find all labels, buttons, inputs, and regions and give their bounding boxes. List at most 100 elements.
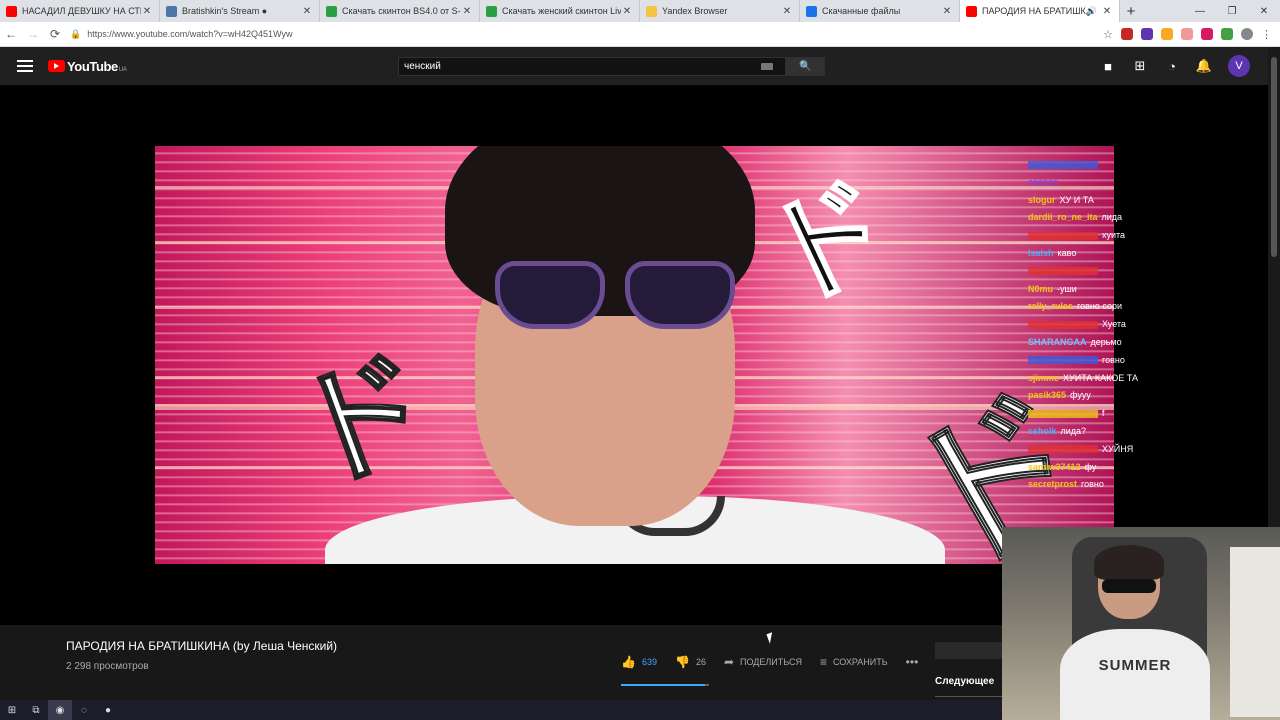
chat-username-blurred [1028,320,1098,329]
tab-close-icon[interactable]: ✕ [141,6,153,17]
share-button[interactable]: ➦ ПОДЕЛИТЬСЯ [724,655,802,669]
stream-chat-overlay: сссссс slogur ХУ И ТА dardii_ro_ne_ita лида х… [1028,156,1178,494]
tab-close-icon[interactable]: ✕ [1101,6,1113,17]
chat-text: хуита [1102,230,1126,241]
youtube-logo-text: YouTube [67,58,118,74]
browser-tab[interactable]: ПАРОДИЯ НА БРАТИШКИН🔊 ✕ [960,0,1120,22]
youtube-header: YouTube UA ченский 🔍 ■ ⊞ ◔ 🔔 V [0,47,1268,85]
dislike-button[interactable]: 👎 26 [675,655,706,669]
chat-message: Хуета [1028,316,1178,334]
forward-button[interactable]: → [22,23,44,45]
chat-message: Isaish каво [1028,245,1178,263]
browser-tab[interactable]: Скачанные файлы ✕ [800,0,960,22]
more-actions-button[interactable]: ••• [906,655,919,669]
chat-message: SHARANGAA дерьмо [1028,334,1178,352]
manga-glyph: ド [276,326,452,515]
app-taskbar-icon[interactable]: ● [96,700,120,720]
chat-username: sjimme [1028,372,1060,383]
browser-tab[interactable]: Bratishkin's Stream ● ✕ [160,0,320,22]
browser-tab-strip: НАСАДИЛ ДЕВУШКУ НА СТРУК✕Bratishkin's St… [0,0,1280,22]
search-query: ченский [404,61,441,72]
chrome-taskbar-icon[interactable]: ◉ [48,700,72,720]
search-button[interactable]: 🔍 [786,57,825,76]
minimize-icon[interactable]: — [1184,0,1216,22]
tab-close-icon[interactable]: ✕ [461,6,473,17]
header-actions: ■ ⊞ ◔ 🔔 V [1100,55,1250,77]
keyboard-icon[interactable] [761,63,773,70]
notifications-bell-icon[interactable]: 🔔 [1196,58,1212,74]
share-label: ПОДЕЛИТЬСЯ [740,657,802,667]
autoplay-panel[interactable] [935,642,1002,659]
tab-title: Скачать женский скинтон Livia [502,6,621,16]
extension-icon[interactable] [1181,28,1193,40]
chat-message: samiw37412 фу [1028,459,1178,477]
windows-start-icon[interactable]: ⊞ [0,700,24,720]
apps-grid-icon[interactable]: ⊞ [1132,58,1148,74]
up-next-label: Следующее [935,676,995,687]
restore-icon[interactable]: ❐ [1216,0,1248,22]
chat-text: ХУЙНЯ [1102,443,1134,454]
menu-dots-icon[interactable]: ⋮ [1261,28,1272,41]
streamer: SUMMER [1060,545,1210,720]
close-window-icon[interactable]: ✕ [1248,0,1280,22]
video-frame[interactable]: ド ド ド [155,146,1114,564]
browser-tab[interactable]: Скачать женский скинтон Livia ✕ [480,0,640,22]
chat-text: Хуета [1102,319,1126,330]
youtube-logo[interactable]: YouTube UA [48,58,127,74]
save-button[interactable]: ≡ СОХРАНИТЬ [820,655,888,669]
extension-icon[interactable] [1201,28,1213,40]
share-arrow-icon: ➦ [723,655,735,669]
browser-tab[interactable]: Скачать скинтон BS4.0 от S-Clu ✕ [320,0,480,22]
tab-close-icon[interactable]: ✕ [301,6,313,17]
tab-close-icon[interactable]: ✕ [621,6,633,17]
profile-icon[interactable] [1241,28,1253,40]
extension-icon[interactable] [1121,28,1133,40]
obs-taskbar-icon[interactable]: ◌ [72,700,96,720]
scrollbar-thumb[interactable] [1271,57,1277,257]
tab-close-icon[interactable]: ✕ [781,6,793,17]
extension-icon[interactable] [1221,28,1233,40]
browser-tab[interactable]: Yandex Browser ✕ [640,0,800,22]
search-input[interactable]: ченский [398,57,786,76]
like-button[interactable]: 👍 639 [621,655,657,669]
shirt-text: SUMMER [1098,657,1172,674]
chat-message: ХУЙНЯ [1028,441,1178,459]
chat-username: secretprost [1028,479,1078,490]
extension-icon[interactable] [1161,28,1173,40]
thumbs-down-icon: 👎 [674,655,690,669]
bookmark-star-icon[interactable]: ☆ [1103,28,1113,41]
back-button[interactable]: ← [0,23,22,45]
chat-message: ssholk лида? [1028,423,1178,441]
task-view-icon[interactable]: ⧉ [24,700,48,720]
chat-text: ХУ И ТА [1059,194,1094,205]
lock-icon: 🔒 [70,28,82,39]
create-video-icon[interactable]: ■ [1100,58,1116,74]
tab-favicon-icon [6,5,17,17]
chat-message: хуита [1028,227,1178,245]
reload-button[interactable]: ⟳ [44,23,66,45]
url-field[interactable]: 🔒 https://www.youtube.com/watch?v=wH42Q4… [70,25,1080,44]
avatar[interactable]: V [1228,55,1250,77]
tab-audio-icon[interactable]: 🔊 [1086,6,1097,17]
window-controls: — ❐ ✕ [1184,0,1280,22]
chat-text: говно [1081,479,1104,490]
video-title: ПАРОДИЯ НА БРАТИШКИНА (by Леша Ченский) [66,639,338,653]
up-next-divider [935,696,1002,697]
video-actions: 👍 639 👎 26 ➦ ПОДЕЛИТЬСЯ ≡ СОХРАНИТЬ ••• [621,655,936,669]
messages-icon[interactable]: ◔ [1164,58,1180,74]
thumbs-up-icon: 👍 [621,655,636,669]
chat-username: pasik365 [1028,390,1067,401]
tab-favicon-icon [166,5,177,17]
hamburger-menu-icon[interactable] [17,57,33,75]
chat-username: dardii_ro_ne_ita [1028,212,1098,223]
view-count: 2 298 просмотров [66,661,149,672]
extension-icon[interactable] [1141,28,1153,40]
tab-close-icon[interactable]: ✕ [941,6,953,17]
chat-message: rally_rules говно сори [1028,298,1178,316]
chat-text: лида [1101,212,1123,223]
chat-username-blurred [1028,160,1098,169]
new-tab-button[interactable]: + [1120,0,1142,22]
browser-tab[interactable]: НАСАДИЛ ДЕВУШКУ НА СТРУК✕ [0,0,160,22]
chat-username: slogur [1028,194,1056,205]
chat-message: N0mu -уши [1028,281,1178,299]
